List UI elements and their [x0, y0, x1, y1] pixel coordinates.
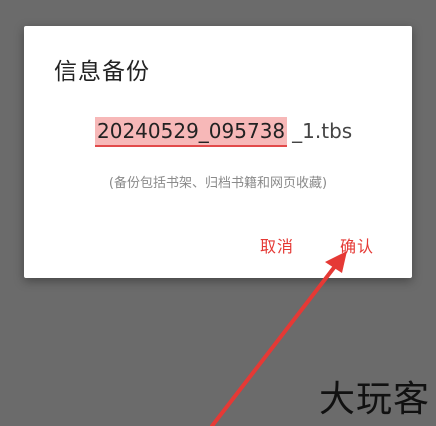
watermark-logo: 大玩客: [318, 379, 430, 420]
annotation-arrow-icon: [210, 251, 347, 426]
